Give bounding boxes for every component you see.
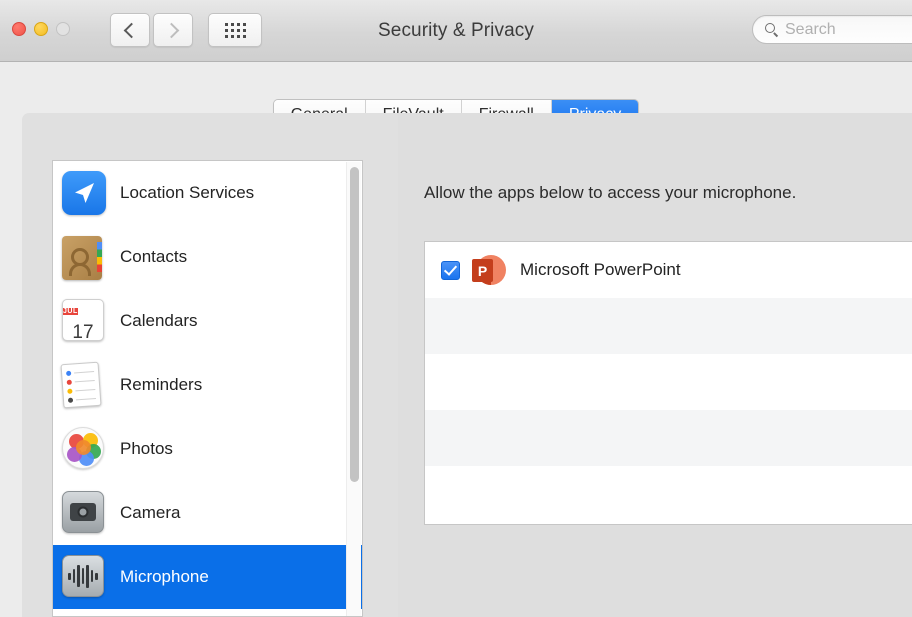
- table-row[interactable]: [425, 298, 912, 354]
- sidebar-item-label: Contacts: [120, 247, 188, 266]
- table-row[interactable]: P Microsoft PowerPoint: [425, 242, 912, 298]
- navigation-buttons: [110, 13, 193, 47]
- calendars-icon: JUL 17: [62, 299, 106, 343]
- calendar-month-label: JUL: [63, 308, 78, 315]
- sidebar-item-reminders[interactable]: Reminders: [53, 353, 362, 417]
- sidebar-item-label: Reminders: [120, 375, 203, 394]
- calendar-day-label: 17: [72, 322, 94, 341]
- checkmark-icon: [443, 262, 458, 276]
- sidebar-item-microphone[interactable]: Microphone: [53, 545, 362, 609]
- sidebar-item-label: Photos: [120, 439, 173, 458]
- close-button[interactable]: [12, 22, 26, 36]
- microphone-icon: [62, 555, 106, 599]
- back-button[interactable]: [110, 13, 150, 47]
- zoom-button: [56, 22, 70, 36]
- forward-button: [153, 13, 193, 47]
- contacts-icon: [62, 235, 106, 280]
- system-preferences-window: Security & Privacy Search General FileVa…: [0, 0, 912, 617]
- table-row[interactable]: [425, 410, 912, 466]
- show-all-grid-icon: [224, 22, 246, 38]
- table-row[interactable]: [425, 354, 912, 410]
- sidebar-item-label: Location Services: [120, 183, 255, 202]
- app-permission-list[interactable]: P Microsoft PowerPoint: [424, 241, 912, 525]
- search-field[interactable]: Search: [752, 15, 912, 44]
- privacy-category-list[interactable]: Location Services Contacts JUL 17 Calend…: [52, 160, 363, 617]
- table-row[interactable]: [425, 466, 912, 522]
- search-placeholder: Search: [785, 20, 836, 38]
- sidebar-item-label: Calendars: [120, 311, 198, 330]
- location-services-icon: [62, 171, 106, 215]
- chevron-right-icon: [163, 22, 180, 38]
- photos-icon: [62, 427, 106, 471]
- sidebar-item-label: Camera: [120, 503, 181, 522]
- minimize-button[interactable]: [34, 22, 48, 36]
- powerpoint-icon: P: [472, 253, 506, 287]
- chevron-left-icon: [123, 22, 140, 38]
- sidebar-item-photos[interactable]: Photos: [53, 417, 362, 481]
- traffic-light-buttons: [12, 22, 70, 36]
- sidebar-item-location-services[interactable]: Location Services: [53, 161, 362, 225]
- pane-description: Allow the apps below to access your micr…: [424, 183, 797, 202]
- sidebar-item-calendars[interactable]: JUL 17 Calendars: [53, 289, 362, 353]
- powerpoint-letter: P: [472, 259, 493, 282]
- sidebar-scrollbar-track[interactable]: [346, 162, 361, 616]
- sidebar-item-label: Microphone: [120, 567, 209, 586]
- sidebar-item-camera[interactable]: Camera: [53, 481, 362, 545]
- show-all-button[interactable]: [208, 13, 262, 47]
- camera-icon: [62, 491, 106, 535]
- window-titlebar: Security & Privacy Search: [0, 0, 912, 62]
- reminders-icon: [60, 361, 106, 409]
- sidebar-scrollbar-thumb[interactable]: [350, 167, 359, 482]
- search-icon: [765, 23, 779, 37]
- app-name: Microsoft PowerPoint: [520, 260, 681, 279]
- app-permission-checkbox[interactable]: [441, 260, 460, 280]
- sidebar-item-contacts[interactable]: Contacts: [53, 225, 362, 289]
